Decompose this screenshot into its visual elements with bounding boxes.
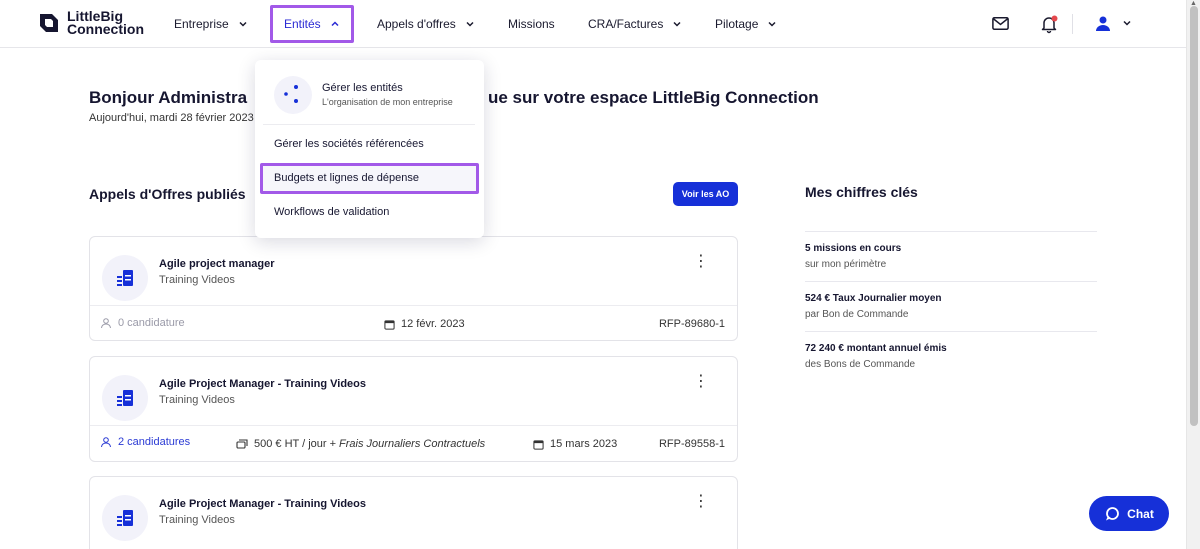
- logo-mark-icon: [40, 14, 58, 32]
- chevron-down-icon: [239, 21, 247, 27]
- ao-section-title: Appels d'Offres publiés: [89, 186, 246, 202]
- mail-icon[interactable]: [991, 14, 1010, 33]
- ao-card-candidates-label: 0 candidature: [118, 317, 185, 329]
- nav-appels-offres[interactable]: Appels d'offres: [377, 0, 475, 48]
- nav-missions[interactable]: Missions: [508, 0, 555, 48]
- ao-card-subtitle: Training Videos: [159, 274, 235, 286]
- kpi-value: 524 € Taux Journalier moyen: [805, 293, 942, 304]
- ao-card-title[interactable]: Agile Project Manager - Training Videos: [159, 498, 366, 510]
- nav-missions-label: Missions: [508, 17, 555, 31]
- user-avatar-icon: [1096, 16, 1110, 31]
- nav-cra-factures-label: CRA/Factures: [588, 17, 664, 31]
- ao-card-date-label: 12 févr. 2023: [401, 318, 465, 330]
- greeting-title-right: ue sur votre espace LittleBig Connection: [488, 88, 819, 107]
- ao-card-rate-label: 500 € HT / jour +: [254, 438, 337, 450]
- chevron-up-icon: [331, 21, 339, 27]
- ao-card-date: 12 févr. 2023: [384, 318, 465, 330]
- chat-button[interactable]: Chat: [1089, 496, 1169, 531]
- nav-entites-label: Entités: [284, 17, 321, 31]
- chevron-down-icon: [673, 21, 681, 27]
- user-menu[interactable]: [1094, 14, 1132, 32]
- ao-card-candidates: 0 candidature: [100, 317, 185, 329]
- dropdown-item-societes[interactable]: Gérer les sociétés référencées: [274, 138, 424, 150]
- ao-card[interactable]: Agile project manager Training Videos ⋮ …: [89, 236, 738, 341]
- more-options-icon[interactable]: ⋮: [693, 254, 709, 270]
- document-icon: [102, 495, 148, 541]
- calendar-icon: [533, 439, 544, 450]
- dropdown-hero[interactable]: [274, 76, 312, 114]
- brand-name: LittleBig Connection: [67, 9, 144, 37]
- nav-appels-offres-label: Appels d'offres: [377, 17, 456, 31]
- ao-card-date-label: 15 mars 2023: [550, 438, 618, 450]
- more-options-icon[interactable]: ⋮: [693, 494, 709, 510]
- ao-card-candidates-label: 2 candidatures: [118, 436, 191, 448]
- nav-entreprise-label: Entreprise: [174, 17, 229, 31]
- money-icon: [236, 439, 248, 449]
- kpi-value: 72 240 € montant annuel émis: [805, 343, 947, 354]
- logo[interactable]: LittleBig Connection: [37, 9, 144, 37]
- chevron-down-icon: [768, 21, 776, 27]
- calendar-icon: [384, 319, 395, 330]
- ao-card-candidates[interactable]: 2 candidatures: [100, 436, 190, 448]
- user-outline-icon: [101, 437, 111, 448]
- nav-entites[interactable]: Entités: [270, 5, 354, 43]
- kpi-divider: [805, 281, 1097, 282]
- ao-card-rate: 500 € HT / jour + Frais Journaliers Cont…: [236, 438, 485, 450]
- card-divider: [90, 425, 737, 426]
- page-scrollbar[interactable]: ▲: [1186, 0, 1200, 549]
- dropdown-divider: [263, 124, 475, 125]
- kpi-value: 5 missions en cours: [805, 243, 902, 254]
- chevron-down-icon: [1123, 20, 1131, 26]
- ao-card-rate-extra: Frais Journaliers Contractuels: [339, 438, 486, 450]
- nav-pilotage-label: Pilotage: [715, 17, 759, 31]
- ao-card[interactable]: Agile Project Manager - Training Videos …: [89, 356, 738, 462]
- header-divider: [1072, 14, 1073, 34]
- ao-card-ref: RFP-89680-1: [658, 318, 725, 330]
- ao-card[interactable]: Agile Project Manager - Training Videos …: [89, 476, 738, 549]
- dropdown-item-budgets[interactable]: Budgets et lignes de dépense: [274, 172, 419, 184]
- chevron-down-icon: [466, 21, 474, 27]
- top-nav-bar: LittleBig Connection Entreprise Entités …: [0, 0, 1186, 48]
- entites-dropdown-menu: Gérer les entités L'organisation de mon …: [255, 60, 484, 238]
- scrollbar-thumb[interactable]: [1190, 6, 1198, 426]
- chat-bubble-icon: [1106, 506, 1120, 520]
- ao-card-title[interactable]: Agile project manager: [159, 258, 275, 270]
- ao-card-subtitle: Training Videos: [159, 514, 235, 526]
- dropdown-item-workflows[interactable]: Workflows de validation: [274, 206, 389, 218]
- brand-line-2: Connection: [67, 21, 144, 37]
- kpi-section-title: Mes chiffres clés: [805, 184, 918, 200]
- ao-card-subtitle: Training Videos: [159, 394, 235, 406]
- greeting-date: Aujourd'hui, mardi 28 février 2023: [89, 112, 254, 124]
- document-icon: [102, 255, 148, 301]
- chat-label: Chat: [1127, 506, 1154, 521]
- notification-bell-icon[interactable]: [1039, 14, 1059, 34]
- kpi-label: des Bons de Commande: [805, 359, 916, 370]
- document-icon: [102, 375, 148, 421]
- ao-card-date: 15 mars 2023: [533, 438, 617, 450]
- nav-cra-factures[interactable]: CRA/Factures: [588, 0, 682, 48]
- kpi-divider: [805, 231, 1097, 232]
- see-ao-button[interactable]: Voir les AO: [673, 182, 738, 206]
- ao-card-ref: RFP-89558-1: [658, 438, 725, 450]
- nav-pilotage[interactable]: Pilotage: [715, 0, 777, 48]
- ao-card-title[interactable]: Agile Project Manager - Training Videos: [159, 378, 366, 390]
- dropdown-hero-title[interactable]: Gérer les entités: [322, 82, 403, 94]
- nav-entreprise[interactable]: Entreprise: [174, 0, 248, 48]
- kpi-label: par Bon de Commande: [805, 309, 909, 320]
- network-icon: [274, 76, 312, 114]
- dropdown-hero-subtitle: L'organisation de mon entreprise: [322, 97, 453, 107]
- greeting-title-left: Bonjour Administra: [89, 88, 248, 107]
- user-outline-icon: [101, 318, 111, 329]
- more-options-icon[interactable]: ⋮: [693, 374, 709, 390]
- card-divider: [90, 305, 737, 306]
- kpi-label: sur mon périmètre: [805, 259, 887, 270]
- kpi-divider: [805, 331, 1097, 332]
